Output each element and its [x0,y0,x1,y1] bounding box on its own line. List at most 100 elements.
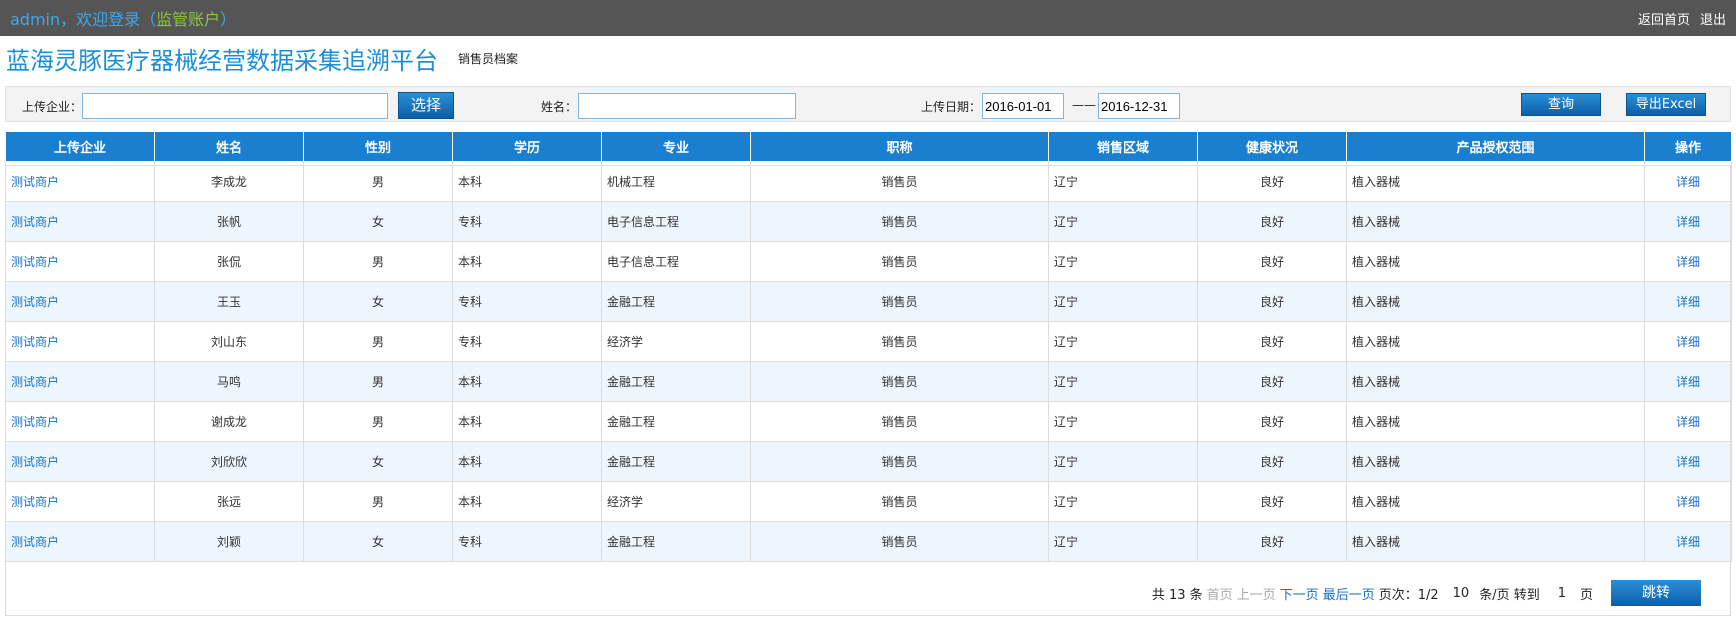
table-cell: 销售员 [750,281,1049,322]
goto-page-input[interactable]: 1 [1558,586,1566,601]
table-cell: 金融工程 [601,361,751,402]
table-cell: 辽宁 [1048,321,1198,362]
table-cell: 男 [303,161,453,202]
name-input[interactable] [578,93,796,119]
table-cell: 测试商户 [5,401,155,442]
company-link[interactable]: 测试商户 [11,495,59,509]
query-button[interactable]: 查询 [1521,93,1601,116]
company-link[interactable]: 测试商户 [11,295,59,309]
table-row: 测试商户 马鸣男本科 金融工程 销售员 辽宁 良好 植入器械 详细 [5,361,1732,402]
table-cell: 辽宁 [1048,481,1198,522]
table-cell: 男 [303,361,453,402]
logout-link[interactable]: 退出 [1700,13,1726,28]
jump-button[interactable]: 跳转 [1611,580,1701,606]
table-cell: 女 [303,201,453,242]
table-cell: 女 [303,521,453,562]
page-unit: 页 [1579,587,1593,603]
welcome-text: admin，欢迎登录（监管账户） [10,6,236,30]
table-cell: 辽宁 [1048,201,1198,242]
table-row: 测试商户 刘山东男专科 经济学 销售员 辽宁 良好 植入器械 详细 [5,321,1732,362]
company-link[interactable]: 测试商户 [11,455,59,469]
table-cell: 详细 [1644,161,1732,202]
table-row: 测试商户 张帆女专科 电子信息工程 销售员 辽宁 良好 植入器械 详细 [5,201,1732,242]
detail-link[interactable]: 详细 [1676,455,1700,469]
company-link[interactable]: 测试商户 [11,335,59,349]
table-cell: 专科 [452,201,602,242]
table-cell: 辽宁 [1048,441,1198,482]
per-page-value[interactable]: 10 [1453,586,1470,601]
search-bar: 上传企业： 选择 姓名： 上传日期： —— 查询 导出Excel [5,86,1731,122]
table-cell: 销售员 [750,361,1049,402]
table-cell: 本科 [452,481,602,522]
table-cell: 详细 [1644,281,1732,322]
date-to-input[interactable] [1098,93,1180,119]
table-cell: 测试商户 [5,161,155,202]
detail-link[interactable]: 详细 [1676,495,1700,509]
table-cell: 植入器械 [1346,201,1645,242]
table-cell: 详细 [1644,481,1732,522]
table-cell: 经济学 [601,481,751,522]
table-cell: 男 [303,401,453,442]
top-bar: admin，欢迎登录（监管账户） 返回首页 退出 [0,0,1736,36]
table-cell: 测试商户 [5,441,155,482]
table-cell: 详细 [1644,321,1732,362]
detail-link[interactable]: 详细 [1676,335,1700,349]
company-link[interactable]: 测试商户 [11,375,59,389]
table-cell: 马鸣 [154,361,304,402]
table-cell: 良好 [1197,401,1347,442]
col-education: 学历 [452,131,602,162]
table-cell: 女 [303,281,453,322]
col-company: 上传企业 [5,131,155,162]
date-from-input[interactable] [982,93,1064,119]
select-button[interactable]: 选择 [398,92,454,119]
detail-link[interactable]: 详细 [1676,535,1700,549]
company-link[interactable]: 测试商户 [11,535,59,549]
table-cell: 良好 [1197,161,1347,202]
table-cell: 金融工程 [601,441,751,482]
first-page-link[interactable]: 首页 [1207,584,1233,603]
table-cell: 经济学 [601,321,751,362]
detail-link[interactable]: 详细 [1676,215,1700,229]
table-cell: 销售员 [750,201,1049,242]
company-link[interactable]: 测试商户 [11,255,59,269]
detail-link[interactable]: 详细 [1676,255,1700,269]
detail-link[interactable]: 详细 [1676,375,1700,389]
per-page-unit: 条/页 转到 [1479,587,1540,603]
salesperson-table: 上传企业 姓名 性别 学历 专业 职称 销售区域 健康状况 产品授权范围 操作 … [5,131,1732,562]
table-row: 测试商户 刘颖女专科 金融工程 销售员 辽宁 良好 植入器械 详细 [5,521,1732,562]
detail-link[interactable]: 详细 [1676,415,1700,429]
table-cell: 良好 [1197,321,1347,362]
table-cell: 详细 [1644,441,1732,482]
table-cell: 植入器械 [1346,521,1645,562]
pagination: 共 13 条 首页 上一页 下一页 最后一页 页次：1/2 10 条/页 转到 … [1152,580,1701,606]
top-links: 返回首页 退出 [1628,9,1726,28]
last-page-link[interactable]: 最后一页 [1323,584,1375,603]
company-input[interactable] [82,93,388,119]
table-cell: 植入器械 [1346,241,1645,282]
detail-link[interactable]: 详细 [1676,175,1700,189]
table-cell: 刘山东 [154,321,304,362]
company-link[interactable]: 测试商户 [11,215,59,229]
table-row: 测试商户 王玉女专科 金融工程 销售员 辽宁 良好 植入器械 详细 [5,281,1732,322]
table-cell: 辽宁 [1048,361,1198,402]
table-cell: 金融工程 [601,281,751,322]
table-cell: 植入器械 [1346,321,1645,362]
table-row: 测试商户 刘欣欣女本科 金融工程 销售员 辽宁 良好 植入器械 详细 [5,441,1732,482]
home-link[interactable]: 返回首页 [1638,13,1690,28]
company-link[interactable]: 测试商户 [11,415,59,429]
table-cell: 良好 [1197,441,1347,482]
col-major: 专业 [601,131,751,162]
company-link[interactable]: 测试商户 [11,175,59,189]
prev-page-link[interactable]: 上一页 [1237,584,1276,603]
table-cell: 良好 [1197,201,1347,242]
table-cell: 详细 [1644,241,1732,282]
table-cell: 测试商户 [5,521,155,562]
next-page-link[interactable]: 下一页 [1280,584,1319,603]
username: admin [10,10,61,29]
col-gender: 性别 [303,131,453,162]
detail-link[interactable]: 详细 [1676,295,1700,309]
table-cell: 测试商户 [5,361,155,402]
export-excel-button[interactable]: 导出Excel [1626,93,1706,116]
table-row: 测试商户 李成龙男本科 机械工程 销售员 辽宁 良好 植入器械 详细 [5,161,1732,202]
table-cell: 本科 [452,401,602,442]
